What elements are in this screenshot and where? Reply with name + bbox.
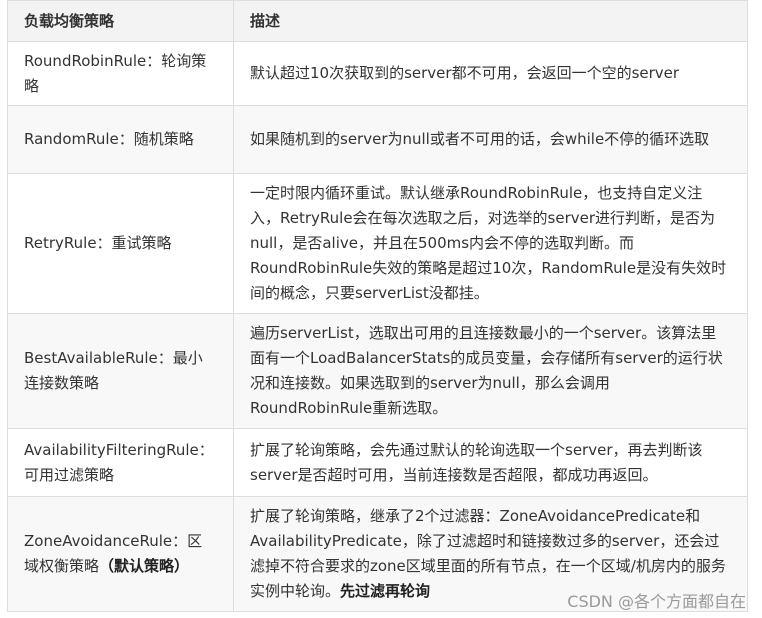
table-row: RandomRule：随机策略 如果随机到的server为null或者不可用的话… (7, 105, 748, 174)
strategy-cell: ZoneAvoidanceRule：区域权衡策略（默认策略） (7, 496, 234, 612)
table-row: RoundRobinRule：轮询策略 默认超过10次获取到的server都不可… (7, 41, 748, 106)
description-text: 扩展了轮询策略，继承了2个过滤器：ZoneAvoidancePredicate和… (250, 507, 726, 600)
table-row: BestAvailableRule：最小连接数策略 遍历serverList，选… (7, 313, 748, 429)
default-strategy-tag: （默认策略） (99, 557, 190, 575)
table-header-row: 负载均衡策略 描述 (7, 0, 748, 42)
watermark: CSDN @各个方面都自在 (567, 592, 746, 611)
description-cell: 扩展了轮询策略，会先通过默认的轮询选取一个server，再去判断该server是… (233, 428, 748, 497)
strategy-cell: RetryRule：重试策略 (7, 173, 234, 314)
strategy-cell: RoundRobinRule：轮询策略 (7, 41, 234, 106)
table-row: RetryRule：重试策略 一定时限内循环重试。默认继承RoundRobinR… (7, 173, 748, 314)
description-cell: 一定时限内循环重试。默认继承RoundRobinRule，也支持自定义注入，Re… (233, 173, 748, 314)
description-cell: 遍历serverList，选取出可用的且连接数最小的一个server。该算法里面… (233, 313, 748, 429)
header-strategy: 负载均衡策略 (7, 0, 234, 42)
description-emphasis: 先过滤再轮询 (340, 582, 431, 600)
load-balancing-strategy-table: 负载均衡策略 描述 RoundRobinRule：轮询策略 默认超过10次获取到… (7, 0, 748, 612)
table-row: AvailabilityFilteringRule：可用过滤策略 扩展了轮询策略… (7, 428, 748, 497)
strategy-cell: BestAvailableRule：最小连接数策略 (7, 313, 234, 429)
strategy-cell: RandomRule：随机策略 (7, 105, 234, 174)
description-cell: 默认超过10次获取到的server都不可用，会返回一个空的server (233, 41, 748, 106)
strategy-cell: AvailabilityFilteringRule：可用过滤策略 (7, 428, 234, 497)
header-description: 描述 (233, 0, 748, 42)
description-cell: 如果随机到的server为null或者不可用的话，会while不停的循环选取 (233, 105, 748, 174)
